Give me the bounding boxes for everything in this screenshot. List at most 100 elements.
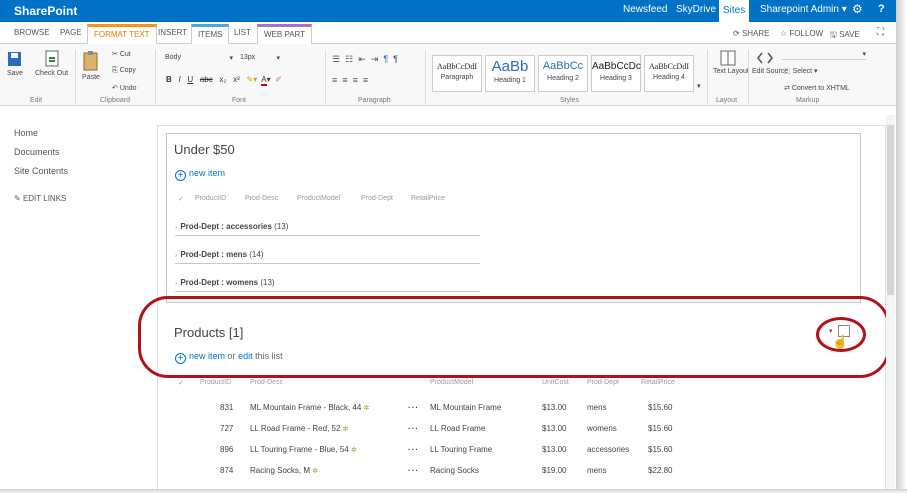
markup-style-select[interactable]: ▾ [782,50,866,60]
highlight-icon[interactable]: ✎▾ [247,75,258,84]
newsfeed-link[interactable]: Newsfeed [623,4,667,15]
styles-more-icon[interactable]: ▾ [697,82,701,90]
style-heading-2[interactable]: AaBbCc Heading 2 [538,55,588,92]
edit-links-button[interactable]: ✎ EDIT LINKS [14,194,66,203]
tab-page[interactable]: PAGE [60,28,82,37]
cut-button[interactable]: ✂ Cut [112,50,131,58]
ribbon-tabs: BROWSE PAGE FORMAT TEXT INSERT ITEMS LIS… [0,22,896,44]
focus-content-icon[interactable]: ⛶ [877,27,884,38]
style-heading-3[interactable]: AaBbCcDc Heading 3 [591,55,641,92]
italic-icon[interactable]: I [178,75,180,84]
undo-button[interactable]: ↶ Undo [112,84,137,92]
justify-icon[interactable]: ≡ [363,75,368,85]
markup-group-label: Markup [796,97,820,104]
table-row[interactable]: 727 LL Road Frame - Red, 52 ✲ ··· LL Roa… [175,419,695,439]
table-row[interactable]: 896 LL Touring Frame - Blue, 54 ✲ ··· LL… [175,440,695,460]
style-heading-1[interactable]: AaBb Heading 1 [485,55,535,92]
text-layout-button[interactable]: Text Layout [713,50,749,75]
column-header[interactable]: UnitCost [542,379,569,386]
new-item-link[interactable]: + new item [175,168,225,181]
share-label: SHARE [741,29,770,38]
nav-site-contents[interactable]: Site Contents [14,166,68,176]
column-header[interactable]: ProductID [200,379,231,386]
paste-button[interactable]: Paste [82,50,100,81]
ribbon-divider [707,50,708,104]
numbering-icon[interactable]: ☷ [345,54,353,64]
outdent-icon[interactable]: ⇤ [358,54,366,64]
select-all-check-icon[interactable]: ✓ [178,379,184,387]
tab-browse[interactable]: BROWSE [14,28,50,37]
edit-source-button[interactable]: Edit Source [752,50,788,75]
tab-list[interactable]: LIST [234,28,251,37]
gear-icon[interactable]: ⚙ [852,2,863,16]
table-row[interactable]: 831 ML Mountain Frame - Black, 44 ✲ ··· … [175,398,695,418]
column-header[interactable]: Prod-Dept [361,195,393,202]
table-row[interactable]: 874 Racing Socks, M ✲ ··· Racing Socks $… [175,461,695,481]
font-family-select[interactable]: Body ▾ [165,54,233,62]
bold-icon[interactable]: B [166,75,172,84]
column-header[interactable]: ProductID [195,195,226,202]
save-page-button[interactable]: 🖫 SAVE [830,29,860,43]
cell-desc[interactable]: LL Touring Frame - Blue, 54 ✲ [250,445,357,454]
rtl-icon[interactable]: ¶ [393,54,398,64]
cell-desc[interactable]: Racing Socks, M ✲ [250,466,318,475]
group-row[interactable]: › Prod-Dept : mens (14) [175,250,480,264]
paste-icon [83,51,98,71]
align-left-icon[interactable]: ≡ [332,75,337,85]
scrollbar-thumb[interactable] [887,125,894,295]
ellipsis-menu-icon[interactable]: ··· [408,466,419,475]
column-header[interactable]: RetailPrice [411,195,445,202]
column-header[interactable]: Prod-Dept [587,379,619,386]
follow-button[interactable]: ☆ FOLLOW [780,29,823,38]
bullets-icon[interactable]: ☰ [332,54,340,64]
strikethrough-icon[interactable]: abc [200,75,213,84]
column-header[interactable]: RetailPrice [641,379,675,386]
group-row[interactable]: › Prod-Dept : womens (13) [175,278,480,292]
font-color-icon[interactable]: A [261,75,267,86]
vertical-scrollbar[interactable] [886,115,895,490]
cell-desc[interactable]: ML Mountain Frame - Black, 44 ✲ [250,403,369,412]
subscript-icon[interactable]: x₂ [219,75,226,84]
select-button[interactable]: ⬚ Select ▾ [784,67,818,75]
share-button[interactable]: ⟳ SHARE [733,29,770,38]
ellipsis-menu-icon[interactable]: ··· [408,424,419,433]
new-icon: ✲ [363,405,370,412]
skydrive-link[interactable]: SkyDrive [676,4,716,15]
align-center-icon[interactable]: ≡ [342,75,347,85]
style-heading-4[interactable]: AaBbCcDdI Heading 4 [644,55,694,92]
style-paragraph[interactable]: AaBbCcDdI Paragraph [432,55,482,92]
user-menu[interactable]: Sharepoint Admin ▾ [760,4,847,15]
save-ribbon-button[interactable]: Save [7,50,23,77]
brand-label[interactable]: SharePoint [14,4,77,18]
chevron-down-icon: ▾ [862,51,866,58]
check-out-button[interactable]: Check Out [35,50,68,77]
group-row[interactable]: › Prod-Dept : accessories (13) [175,222,480,236]
column-header[interactable]: ProductModel [430,379,473,386]
select-all-check-icon[interactable]: ✓ [178,195,184,203]
font-size-select[interactable]: 13px ▾ [240,54,280,62]
tab-insert[interactable]: INSERT [158,28,187,37]
tab-format-text[interactable]: FORMAT TEXT [87,24,157,44]
ltr-icon[interactable]: ¶ [383,54,388,64]
undo-icon: ↶ [112,85,118,92]
nav-home[interactable]: Home [14,128,38,138]
column-header[interactable]: Prod-Desc [250,379,283,386]
align-right-icon[interactable]: ≡ [353,75,358,85]
indent-icon[interactable]: ⇥ [371,54,379,64]
tab-items[interactable]: ITEMS [191,24,230,44]
column-header[interactable]: ProductModel [297,195,340,202]
tab-web-part[interactable]: WEB PART [257,24,313,44]
underline-icon[interactable]: U [187,75,193,84]
star-icon: ☆ [780,29,788,38]
sites-link[interactable]: Sites [719,0,750,22]
convert-xhtml-button[interactable]: ⇄ Convert to XHTML [784,84,850,92]
help-icon[interactable]: ? [878,3,885,15]
ellipsis-menu-icon[interactable]: ··· [408,403,419,412]
copy-button[interactable]: ⎘ Copy [112,67,136,75]
column-header[interactable]: Prod-Desc [245,195,278,202]
clear-format-icon[interactable]: ✐ [275,75,282,84]
cell-desc[interactable]: LL Road Frame - Red, 52 ✲ [250,424,349,433]
superscript-icon[interactable]: x² [233,75,240,84]
nav-documents[interactable]: Documents [14,147,60,157]
ellipsis-menu-icon[interactable]: ··· [408,445,419,454]
